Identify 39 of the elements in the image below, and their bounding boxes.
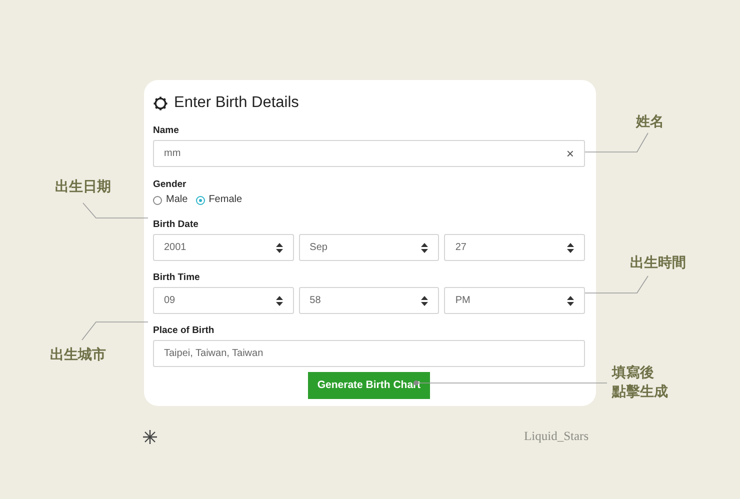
select-field[interactable]: 27 xyxy=(444,234,586,261)
field-label: Gender xyxy=(153,179,188,191)
field-label: Birth Time xyxy=(153,272,201,284)
select-field[interactable]: 58 xyxy=(298,287,440,314)
sort-icon xyxy=(276,296,283,306)
gear-icon xyxy=(153,96,168,110)
name-field[interactable]: mm × xyxy=(153,140,585,167)
annotation-label: 填寫後 xyxy=(612,364,655,383)
sort-icon xyxy=(567,242,574,252)
signature-text: Liquid_Stars xyxy=(524,428,589,445)
form-title: Enter Birth Details xyxy=(174,94,299,112)
leader-line xyxy=(82,202,148,218)
annotation-label: 出生城市 xyxy=(50,346,106,365)
star-icon xyxy=(143,430,157,444)
annotation-label: 姓名 xyxy=(636,113,664,132)
radio-button[interactable] xyxy=(196,196,205,204)
sort-icon xyxy=(421,242,428,252)
leader-line xyxy=(584,276,648,294)
sort-icon xyxy=(567,296,574,306)
leader-dot xyxy=(414,380,418,386)
select-field[interactable]: 09 xyxy=(153,287,294,314)
annotation-label: 出生日期 xyxy=(55,178,111,197)
leader-line xyxy=(82,322,148,340)
annotation-label: 點擊生成 xyxy=(612,383,668,402)
select-field[interactable]: PM xyxy=(444,287,586,314)
sort-icon xyxy=(276,242,283,252)
field-label: Place of Birth xyxy=(153,325,216,337)
radio-option[interactable]: Female xyxy=(196,194,242,206)
radio-option[interactable]: Male xyxy=(153,194,188,206)
sort-icon xyxy=(421,296,428,306)
annotation-label: 出生時間 xyxy=(630,254,686,273)
clear-button[interactable]: × xyxy=(566,147,574,160)
select-field[interactable]: 2001 xyxy=(153,234,294,261)
field-label: Name xyxy=(153,125,180,137)
field-label: Birth Date xyxy=(153,219,200,231)
leader-line xyxy=(584,132,648,152)
place-field[interactable]: Taipei, Taiwan, Taiwan xyxy=(153,340,585,367)
radio-button[interactable] xyxy=(153,196,162,204)
select-field[interactable]: Sep xyxy=(298,234,440,261)
